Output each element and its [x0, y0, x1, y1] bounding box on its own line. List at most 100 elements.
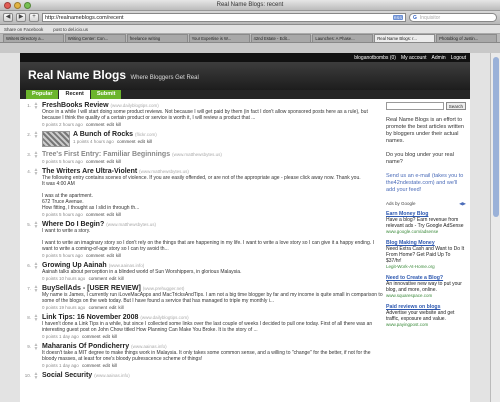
- kill-link[interactable]: kill: [116, 159, 121, 164]
- post-number: 2.: [27, 132, 31, 137]
- list-item: 7. ▲ ▼ BuySellAds - [USER REVIEW] (www.pre…: [24, 285, 384, 311]
- edit-link[interactable]: edit: [107, 212, 114, 217]
- edit-link[interactable]: edit: [107, 253, 114, 258]
- edit-link[interactable]: edit: [107, 122, 114, 127]
- ad-url[interactable]: Legit-Work-At-Home.org: [386, 264, 466, 269]
- edit-link[interactable]: edit: [138, 139, 145, 144]
- post-title[interactable]: BuySellAds - [USER REVIEW]: [42, 285, 141, 292]
- browser-tabs: Writers Directory a... Writing Center: C…: [0, 34, 500, 43]
- post-title[interactable]: A Bunch of Rocks: [73, 131, 133, 138]
- browser-tab[interactable]: Writers Directory a...: [3, 34, 64, 42]
- logout-link[interactable]: Logout: [451, 55, 466, 61]
- admin-link[interactable]: Admin: [432, 55, 446, 61]
- search-button[interactable]: Search: [445, 102, 466, 110]
- edit-link[interactable]: edit: [107, 159, 114, 164]
- comment-link[interactable]: comment: [86, 253, 105, 258]
- kill-link[interactable]: kill: [118, 305, 123, 310]
- scrollbar-thumb[interactable]: [493, 57, 499, 217]
- edit-link[interactable]: edit: [103, 363, 110, 368]
- bookmark-delicious[interactable]: post to del.icio.us: [53, 27, 88, 32]
- ad-nav-arrows-icon[interactable]: ◀▶: [459, 201, 466, 207]
- browser-tab[interactable]: Launches: A Phase...: [312, 34, 374, 42]
- kill-link[interactable]: kill: [147, 139, 152, 144]
- post-title[interactable]: Tree's First Entry: Familiar Beginnings: [42, 151, 170, 158]
- tab-recent[interactable]: Recent: [59, 90, 90, 99]
- upvote-arrow-icon[interactable]: ▲ ▼: [33, 262, 39, 271]
- ad-url[interactable]: www.google.com/adsense: [386, 229, 466, 234]
- upvote-arrow-icon[interactable]: ▲ ▼: [33, 168, 39, 177]
- ad-body: Advertise your website and get traffic, …: [386, 310, 455, 322]
- kill-link[interactable]: kill: [112, 334, 117, 339]
- upvote-arrow-icon[interactable]: ▲ ▼: [33, 285, 39, 294]
- comment-link[interactable]: comment: [86, 159, 105, 164]
- ad-url[interactable]: www.squarespace.com: [386, 293, 466, 298]
- ads-by-google-label[interactable]: Ads by Google: [386, 201, 416, 207]
- comment-link[interactable]: comment: [86, 212, 105, 217]
- post-meta: 0 points 5 hours ago: [42, 159, 83, 164]
- list-item: 5. ▲ ▼ Where Do I Begin? (www.matthewsbyte…: [24, 221, 384, 259]
- back-button[interactable]: ◀: [3, 13, 13, 22]
- rss-icon[interactable]: RSS: [392, 15, 403, 20]
- browser-tab[interactable]: 42nd Estate - Edit...: [250, 34, 312, 42]
- upvote-arrow-icon[interactable]: ▲ ▼: [33, 343, 39, 352]
- comment-link[interactable]: comment: [117, 139, 136, 144]
- post-title[interactable]: Growing Up Aainah: [42, 262, 107, 269]
- post-meta: 1 points 4 hours ago: [73, 139, 114, 144]
- post-title[interactable]: The Writers Are Ultra-Violent: [42, 168, 137, 175]
- edit-link[interactable]: edit: [109, 276, 116, 281]
- comment-link[interactable]: comment: [89, 276, 108, 281]
- search-engine-icon: G: [413, 14, 417, 21]
- post-title[interactable]: Link Tips: 16 November 2008: [42, 314, 138, 321]
- post-title[interactable]: Where Do I Begin?: [42, 221, 104, 228]
- post-title[interactable]: FreshBooks Review: [42, 102, 109, 109]
- upvote-arrow-icon[interactable]: ▲ ▼: [33, 102, 39, 111]
- kill-link[interactable]: kill: [116, 122, 121, 127]
- address-bar[interactable]: http://realnameblogs.com/recent RSS: [42, 13, 406, 22]
- post-title[interactable]: Maharanis Of Pondicherry: [42, 343, 129, 350]
- browser-tab[interactable]: Photoblog of Justin...: [436, 34, 497, 42]
- sidebar-search-input[interactable]: [386, 102, 444, 110]
- upvote-arrow-icon[interactable]: ▲ ▼: [33, 131, 39, 140]
- tab-submit[interactable]: Submit: [90, 90, 122, 99]
- tab-popular[interactable]: Popular: [26, 90, 59, 99]
- post-domain: (www.matthewsbytes.us): [106, 222, 156, 227]
- ad-unit: Need to Create a Blog? An innovative new…: [386, 275, 466, 298]
- sidebar-search: Search: [386, 102, 466, 110]
- post-excerpt: Aainah talks about perception in a blind…: [42, 269, 242, 275]
- browser-tab[interactable]: Writing Center: Con...: [64, 34, 126, 42]
- ad-url[interactable]: www.payingpost.com: [386, 322, 466, 327]
- comment-link[interactable]: comment: [82, 334, 101, 339]
- list-item: 10. ▲ ▼ Social Security (www.aainas.info): [24, 372, 384, 381]
- site-logo[interactable]: Real Name Blogs: [28, 68, 126, 82]
- search-placeholder: Inquisitor: [419, 14, 441, 21]
- upvote-arrow-icon[interactable]: ▲ ▼: [33, 372, 39, 381]
- email-us-link[interactable]: Send us an e-mail (takes you to the42nde…: [386, 173, 466, 194]
- comment-link[interactable]: comment: [86, 122, 105, 127]
- upvote-arrow-icon[interactable]: ▲ ▼: [33, 314, 39, 323]
- edit-link[interactable]: edit: [103, 334, 110, 339]
- kill-link[interactable]: kill: [116, 253, 121, 258]
- comment-link[interactable]: comment: [82, 363, 101, 368]
- my-account-link[interactable]: My account: [401, 55, 427, 61]
- add-bookmark-button[interactable]: +: [29, 13, 39, 22]
- browser-tab-active[interactable]: Real Name Blogs: r...: [374, 34, 436, 42]
- kill-link[interactable]: kill: [116, 212, 121, 217]
- bookmark-share-facebook[interactable]: Share on Facebook: [4, 27, 43, 32]
- username-link[interactable]: bloganotbombs (0): [354, 55, 396, 61]
- ad-body: Have a blog? Earn revenue from relevant …: [386, 217, 464, 229]
- upvote-arrow-icon[interactable]: ▲ ▼: [33, 151, 39, 160]
- vertical-scrollbar[interactable]: [490, 53, 500, 402]
- post-thumbnail-image[interactable]: [42, 131, 70, 147]
- post-meta: 0 points 5 hours ago: [42, 212, 83, 217]
- user-bar: bloganotbombs (0) My account Admin Logou…: [20, 53, 470, 62]
- edit-link[interactable]: edit: [109, 305, 116, 310]
- kill-link[interactable]: kill: [112, 363, 117, 368]
- upvote-arrow-icon[interactable]: ▲ ▼: [33, 221, 39, 230]
- forward-button[interactable]: ▶: [16, 13, 26, 22]
- search-input[interactable]: G Inquisitor: [409, 13, 497, 22]
- post-title[interactable]: Social Security: [42, 372, 92, 379]
- browser-tab[interactable]: freelance writing: [126, 34, 188, 42]
- kill-link[interactable]: kill: [118, 276, 123, 281]
- comment-link[interactable]: comment: [89, 305, 108, 310]
- browser-tab[interactable]: Your Expertise is W...: [188, 34, 250, 42]
